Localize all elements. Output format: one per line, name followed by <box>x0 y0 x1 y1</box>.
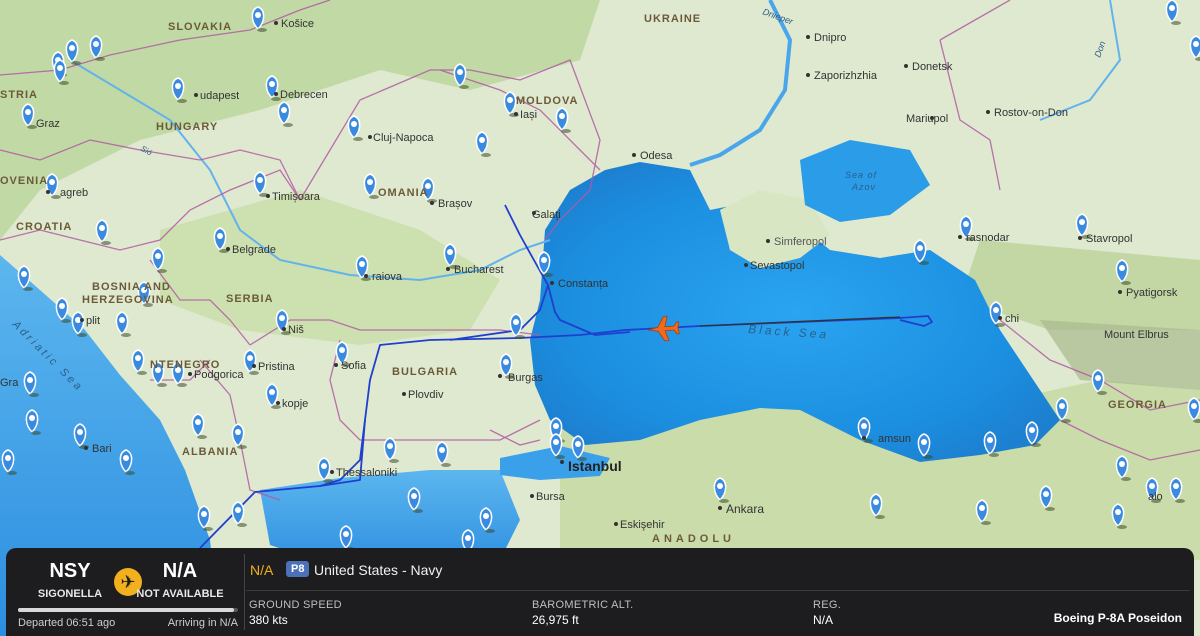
city-label: Timișoara <box>272 191 321 203</box>
registration-value: N/A <box>813 613 834 627</box>
city-label: Sevastopol <box>750 260 804 272</box>
details-separator <box>246 590 1190 591</box>
city-label: Cluj-Napoca <box>373 132 434 144</box>
country-label: HERZEGOVINA <box>82 294 174 306</box>
origin-airport-name: SIGONELLA <box>37 588 103 600</box>
city-label: Constanța <box>558 278 609 290</box>
city-label: Podgorica <box>194 369 244 381</box>
country-label: CROATIA <box>16 221 72 233</box>
flight-info-panel[interactable]: NSY SIGONELLA ✈ N/A NOT AVAILABLE Depart… <box>6 548 1194 636</box>
city-label: Pristina <box>258 361 296 373</box>
city-label: Rostov-on-Don <box>994 107 1068 119</box>
city-label: Iași <box>520 109 537 121</box>
flight-progress-bar <box>18 608 238 612</box>
flight-callsign[interactable]: N/A <box>250 562 273 578</box>
city-label: rasnodar <box>966 232 1010 244</box>
operator-name[interactable]: United States - Navy <box>314 562 442 578</box>
water-label: Azov <box>851 182 876 192</box>
city-label: Mount Elbrus <box>1104 329 1169 341</box>
departed-time: Departed 06:51 ago <box>18 617 116 629</box>
city-label: Plovdiv <box>408 389 444 401</box>
route-summary[interactable]: NSY SIGONELLA ✈ N/A NOT AVAILABLE Depart… <box>14 556 242 629</box>
panel-divider <box>244 554 245 630</box>
country-label: OMANIA <box>378 187 429 199</box>
city-label: Bucharest <box>454 264 504 276</box>
destination-airport-code[interactable]: N/A <box>130 560 230 583</box>
city-label: Istanbul <box>568 458 622 474</box>
arriving-time: Arriving in N/A <box>167 617 238 629</box>
city-label: Niš <box>288 324 304 336</box>
city-label: amsun <box>878 433 911 445</box>
city-label: Pyatigorsk <box>1126 287 1178 299</box>
water-label: Sea of <box>845 170 878 180</box>
country-label: UKRAINE <box>644 13 701 25</box>
country-label: OVENIA <box>0 175 48 187</box>
city-label: alo <box>1148 491 1163 503</box>
city-label: Odesa <box>640 150 673 162</box>
city-label: Brașov <box>438 198 473 210</box>
country-label: HUNGARY <box>156 121 218 133</box>
destination-airport-name: NOT AVAILABLE <box>136 588 224 600</box>
city-label: Eskişehir <box>620 519 665 531</box>
city-label: Burgas <box>508 372 543 384</box>
city-label: Bari <box>92 443 112 455</box>
city-label: chi <box>1005 313 1019 325</box>
city-label: Dnipro <box>814 32 846 44</box>
city-label: Galați <box>532 209 561 221</box>
city-label: raiova <box>372 271 403 283</box>
country-label: MOLDOVA <box>516 95 578 107</box>
city-label: agreb <box>60 187 88 199</box>
city-label: Gra <box>0 377 19 389</box>
registration-label: REG. <box>813 599 842 611</box>
city-label: Sofia <box>341 360 367 372</box>
city-label: Košice <box>281 18 314 30</box>
city-label: plit <box>86 315 100 327</box>
city-label: Mariupol <box>906 113 948 125</box>
city-label: Thessaloniki <box>336 467 397 479</box>
aircraft-model[interactable]: Boeing P-8A Poseidon <box>1054 611 1182 625</box>
city-label: Simferopol <box>774 236 827 248</box>
city-label: Zaporizhzhia <box>814 70 878 82</box>
ground-speed-value: 380 kts <box>249 613 288 627</box>
country-label: STRIA <box>0 89 38 101</box>
city-label: Debrecen <box>280 89 328 101</box>
city-label: kopje <box>282 398 308 410</box>
flight-progress-fill <box>18 608 234 612</box>
aircraft-type-badge: P8 <box>286 561 310 577</box>
origin-airport-code[interactable]: NSY <box>20 560 120 583</box>
baro-alt-label: BAROMETRIC ALT. <box>532 599 634 611</box>
city-label: Graz <box>36 118 60 130</box>
city-label: Belgrade <box>232 244 276 256</box>
country-label: BOSNIA AND <box>92 281 171 293</box>
city-label: udapest <box>200 90 239 102</box>
city-label: Ankara <box>726 502 764 516</box>
city-label: Donetsk <box>912 61 953 73</box>
flight-map[interactable]: SLOVAKIA UKRAINE MOLDOVA HUNGARY STRIA O… <box>0 0 1200 636</box>
baro-alt-value: 26,975 ft <box>532 613 579 627</box>
country-label: ALBANIA <box>182 446 239 458</box>
country-label: GEORGIA <box>1108 399 1167 411</box>
country-label: SLOVAKIA <box>168 21 232 33</box>
city-label: Stavropol <box>1086 233 1132 245</box>
city-label: Bursa <box>536 491 566 503</box>
country-label: SERBIA <box>226 293 274 305</box>
country-label: BULGARIA <box>392 366 458 378</box>
ground-speed-label: GROUND SPEED <box>249 599 342 611</box>
country-label: ANADOLU <box>652 533 735 545</box>
